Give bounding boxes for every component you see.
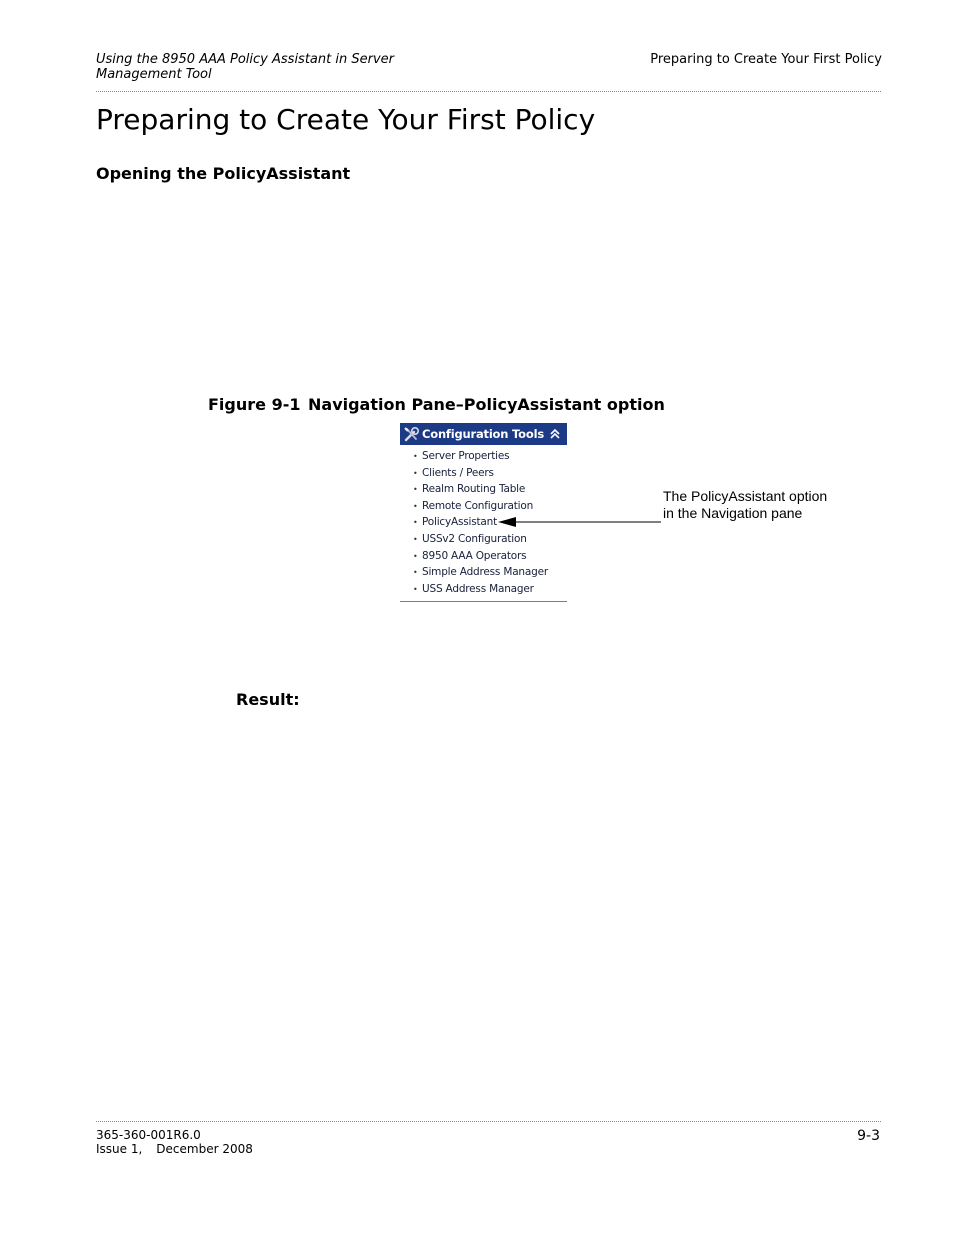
nav-item-label: PolicyAssistant [422,516,498,529]
nav-item-label: Remote Configuration [422,499,534,512]
nav-item-realm-routing-table: • Realm Routing Table [400,481,567,498]
figure-number: Figure 9-1 [208,395,301,414]
nav-item-uss-address-manager: • USS Address Manager [400,581,567,598]
bullet-icon: • [413,468,418,478]
nav-item-ussv2-configuration: • USSv2 Configuration [400,531,567,548]
bullet-icon: • [413,452,418,461]
nav-item-label: USS Address Manager [422,582,534,595]
nav-item-remote-configuration: • Remote Configuration [400,498,567,515]
bullet-icon: • [413,485,418,495]
callout-line2: in the Navigation pane [663,505,803,521]
bullet-icon: • [413,518,418,528]
header-chapter-line1: Using the 8950 AAA Policy Assistant in S… [96,52,394,67]
bullet-icon: • [413,551,418,561]
nav-item-clients-peers: • Clients / Peers [400,465,567,482]
figure-callout: The PolicyAssistant option in the Naviga… [663,488,853,522]
bullet-icon: • [413,534,418,544]
footer-issue-line: Issue 1, December 2008 [96,1142,253,1156]
callout-arrow [498,517,661,527]
footer-date: December 2008 [156,1142,253,1156]
section-heading: Opening the PolicyAssistant [96,164,351,183]
figure-caption: Figure 9-1 Navigation Pane–PolicyAssistan… [208,395,665,415]
nav-pane-header: Configuration Tools [400,423,567,445]
double-chevron-up-icon [550,428,560,439]
tools-icon [404,426,420,442]
navigation-pane-screenshot: Configuration Tools • Server Properties •… [400,423,567,602]
nav-item-server-properties: • Server Properties [400,448,567,465]
result-label: Result: [236,690,300,709]
footer-issue: Issue 1, [96,1142,143,1156]
header-rule [96,91,881,92]
page-number: 9-3 [857,1128,880,1144]
footer-rule [96,1121,881,1122]
bullet-icon: • [413,584,418,594]
nav-item-label: Clients / Peers [422,466,494,479]
footer-doc-number: 365-360-001R6.0 [96,1128,201,1142]
nav-item-label: USSv2 Configuration [422,532,527,545]
page-title: Preparing to Create Your First Policy [96,103,596,136]
running-header-chapter: Using the 8950 AAA Policy Assistant in S… [96,52,426,82]
bullet-icon: • [413,568,418,578]
nav-pane-header-label: Configuration Tools [422,427,544,441]
running-header-section: Preparing to Create Your First Policy [650,52,882,67]
bullet-icon: • [413,501,418,511]
nav-item-simple-address-manager: • Simple Address Manager [400,564,567,581]
figure-title: Navigation Pane–PolicyAssistant option [308,395,665,414]
nav-item-label: Realm Routing Table [422,483,526,496]
callout-line1: The PolicyAssistant option [663,488,828,504]
nav-item-8950-aaa-operators: • 8950 AAA Operators [400,548,567,565]
nav-item-label: 8950 AAA Operators [422,549,527,562]
header-chapter-line2: Management Tool [96,67,212,82]
nav-item-label: Simple Address Manager [422,566,548,579]
footer-doc-info: 365-360-001R6.0 Issue 1, December 2008 [96,1128,253,1156]
nav-item-label: Server Properties [422,450,510,462]
